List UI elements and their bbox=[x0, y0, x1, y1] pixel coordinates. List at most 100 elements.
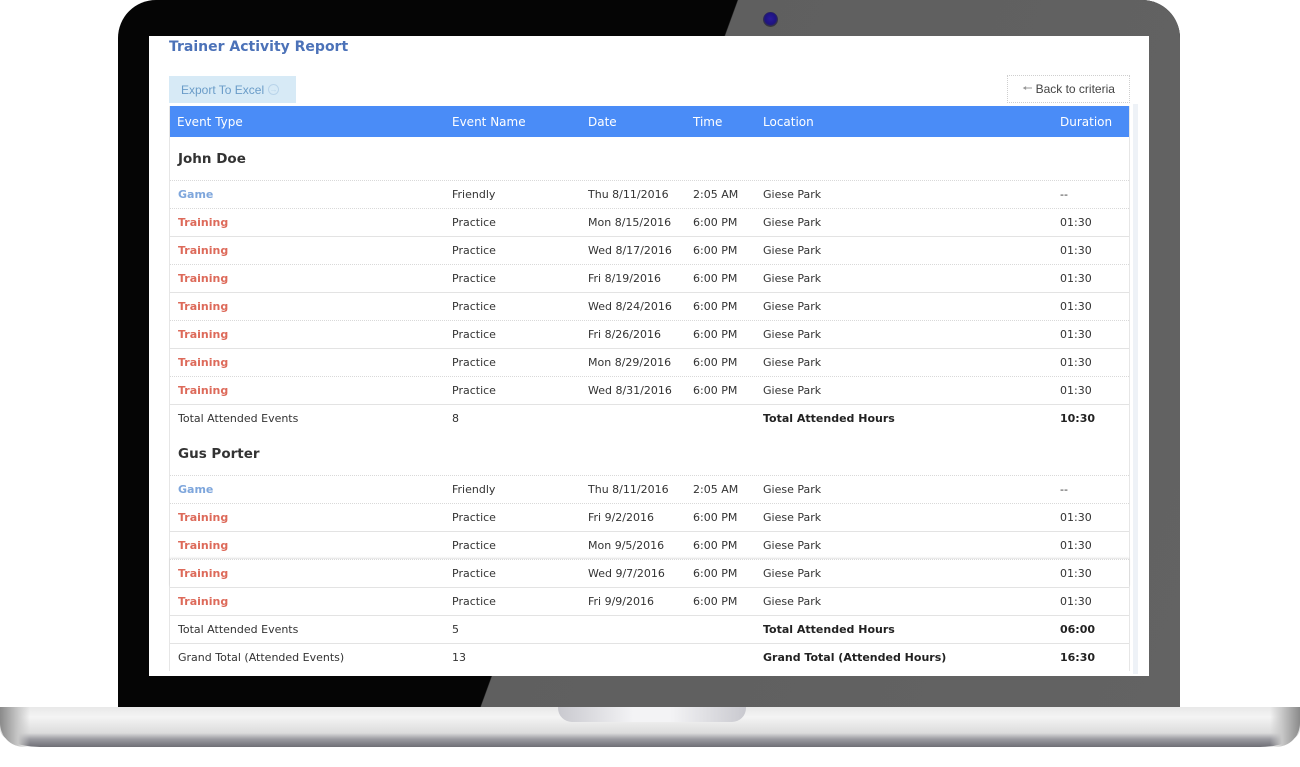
event-type-link[interactable]: Training bbox=[170, 356, 452, 369]
event-duration: -- bbox=[1060, 188, 1068, 201]
event-type-link[interactable]: Training bbox=[170, 384, 452, 397]
export-to-excel-button[interactable]: Export To Excel → bbox=[169, 76, 296, 103]
event-location: Giese Park bbox=[763, 511, 822, 524]
event-time: 6:00 PM bbox=[693, 300, 738, 313]
column-header-time[interactable]: Time bbox=[693, 115, 763, 129]
event-date: Wed 8/24/2016 bbox=[588, 300, 672, 313]
page-title: Trainer Activity Report bbox=[169, 39, 349, 55]
event-date: Wed 8/31/2016 bbox=[588, 384, 672, 397]
event-name: Practice bbox=[452, 539, 496, 552]
table-row: Training Practice Fri 8/26/2016 6:00 PM Gies… bbox=[170, 320, 1129, 348]
event-location: Giese Park bbox=[763, 244, 822, 257]
event-duration: 01:30 bbox=[1060, 539, 1092, 552]
event-location: Giese Park bbox=[763, 300, 822, 313]
grand-total-hours-label: Grand Total (Attended Hours) bbox=[763, 651, 947, 664]
event-type-link[interactable]: Training bbox=[170, 511, 452, 524]
trainer-name: Gus Porter bbox=[178, 445, 260, 462]
event-name: Practice bbox=[452, 244, 496, 257]
report-table: Event Type Event Name Date Time Location… bbox=[169, 106, 1130, 671]
group-total-row: Total Attended Events 8 Total Attended Hou… bbox=[170, 404, 1129, 432]
column-header-event-type[interactable]: Event Type bbox=[170, 115, 452, 129]
event-name: Practice bbox=[452, 300, 496, 313]
total-events-value: 8 bbox=[452, 412, 459, 425]
event-duration: -- bbox=[1060, 483, 1068, 496]
event-time: 6:00 PM bbox=[693, 511, 738, 524]
table-row: Training Practice Wed 9/7/2016 6:00 PM Giese… bbox=[170, 559, 1129, 587]
total-events-label: Total Attended Events bbox=[178, 623, 299, 636]
back-to-criteria-button[interactable]: 🠔 Back to criteria bbox=[1007, 75, 1130, 103]
event-date: Thu 8/11/2016 bbox=[588, 188, 669, 201]
event-date: Fri 9/2/2016 bbox=[588, 511, 655, 524]
group-total-row: Total Attended Events 5 Total Attended Hou… bbox=[170, 615, 1129, 643]
event-type-link[interactable]: Game bbox=[170, 188, 452, 201]
event-location: Giese Park bbox=[763, 328, 822, 341]
export-label: Export To Excel bbox=[181, 82, 265, 97]
event-duration: 01:30 bbox=[1060, 272, 1092, 285]
event-time: 6:00 PM bbox=[693, 216, 738, 229]
event-type-link[interactable]: Training bbox=[170, 272, 452, 285]
table-row: Training Practice Fri 9/9/2016 6:00 PM Giese… bbox=[170, 587, 1129, 615]
event-duration: 01:30 bbox=[1060, 384, 1092, 397]
event-time: 6:00 PM bbox=[693, 328, 738, 341]
event-location: Giese Park bbox=[763, 539, 822, 552]
screen: Trainer Activity Report Export To Excel … bbox=[149, 36, 1149, 676]
table-row: Training Practice Mon 8/15/2016 6:00 PM Gies… bbox=[170, 208, 1129, 236]
event-duration: 01:30 bbox=[1060, 511, 1092, 524]
event-type-link[interactable]: Training bbox=[170, 595, 452, 608]
table-row: Training Practice Mon 8/29/2016 6:00 PM Gies… bbox=[170, 348, 1129, 376]
event-time: 6:00 PM bbox=[693, 244, 738, 257]
event-name: Practice bbox=[452, 567, 496, 580]
event-time: 6:00 PM bbox=[693, 384, 738, 397]
laptop-base-edge-right bbox=[1270, 707, 1300, 747]
event-name: Practice bbox=[452, 272, 496, 285]
arrow-left-icon: 🠔 bbox=[1022, 80, 1033, 95]
table-row: Training Practice Fri 9/2/2016 6:00 PM Giese… bbox=[170, 503, 1129, 531]
table-row: Training Practice Wed 8/24/2016 6:00 PM Gies… bbox=[170, 292, 1129, 320]
event-name: Practice bbox=[452, 356, 496, 369]
total-hours-value: 06:00 bbox=[1060, 623, 1096, 636]
event-name: Practice bbox=[452, 384, 496, 397]
total-events-label: Total Attended Events bbox=[178, 412, 299, 425]
event-time: 6:00 PM bbox=[693, 356, 738, 369]
table-row: Training Practice Wed 8/31/2016 6:00 PM Gies… bbox=[170, 376, 1129, 404]
total-hours-label: Total Attended Hours bbox=[763, 623, 895, 636]
event-name: Practice bbox=[452, 216, 496, 229]
event-time: 6:00 PM bbox=[693, 595, 738, 608]
event-location: Giese Park bbox=[763, 216, 822, 229]
column-header-location[interactable]: Location bbox=[763, 115, 1060, 129]
event-duration: 01:30 bbox=[1060, 356, 1092, 369]
event-location: Giese Park bbox=[763, 567, 822, 580]
event-type-link[interactable]: Game bbox=[170, 483, 452, 496]
event-type-link[interactable]: Training bbox=[170, 328, 452, 341]
back-label: Back to criteria bbox=[1035, 82, 1115, 96]
event-duration: 01:30 bbox=[1060, 300, 1092, 313]
event-date: Mon 8/29/2016 bbox=[588, 356, 672, 369]
laptop-notch bbox=[558, 707, 746, 722]
event-date: Wed 8/17/2016 bbox=[588, 244, 672, 257]
event-type-link[interactable]: Training bbox=[170, 216, 452, 229]
event-date: Mon 8/15/2016 bbox=[588, 216, 672, 229]
column-header-event-name[interactable]: Event Name bbox=[452, 115, 588, 129]
event-location: Giese Park bbox=[763, 384, 822, 397]
event-type-link[interactable]: Training bbox=[170, 300, 452, 313]
trainer-name: John Doe bbox=[178, 150, 246, 167]
event-time: 6:00 PM bbox=[693, 539, 738, 552]
column-header-duration[interactable]: Duration bbox=[1060, 115, 1120, 129]
event-date: Fri 9/9/2016 bbox=[588, 595, 655, 608]
grand-total-events-label: Grand Total (Attended Events) bbox=[178, 651, 345, 664]
event-duration: 01:30 bbox=[1060, 328, 1092, 341]
event-name: Practice bbox=[452, 595, 496, 608]
event-type-link[interactable]: Training bbox=[170, 244, 452, 257]
column-header-date[interactable]: Date bbox=[588, 115, 693, 129]
table-row: Training Practice Fri 8/19/2016 6:00 PM Gies… bbox=[170, 264, 1129, 292]
event-name: Practice bbox=[452, 328, 496, 341]
event-duration: 01:30 bbox=[1060, 244, 1092, 257]
event-type-link[interactable]: Training bbox=[170, 567, 452, 580]
table-row: Training Practice Wed 8/17/2016 6:00 PM Gies… bbox=[170, 236, 1129, 264]
scrollbar[interactable] bbox=[1133, 104, 1138, 674]
total-hours-value: 10:30 bbox=[1060, 412, 1096, 425]
event-type-link[interactable]: Training bbox=[170, 539, 452, 552]
event-location: Giese Park bbox=[763, 188, 822, 201]
event-location: Giese Park bbox=[763, 272, 822, 285]
event-time: 6:00 PM bbox=[693, 272, 738, 285]
